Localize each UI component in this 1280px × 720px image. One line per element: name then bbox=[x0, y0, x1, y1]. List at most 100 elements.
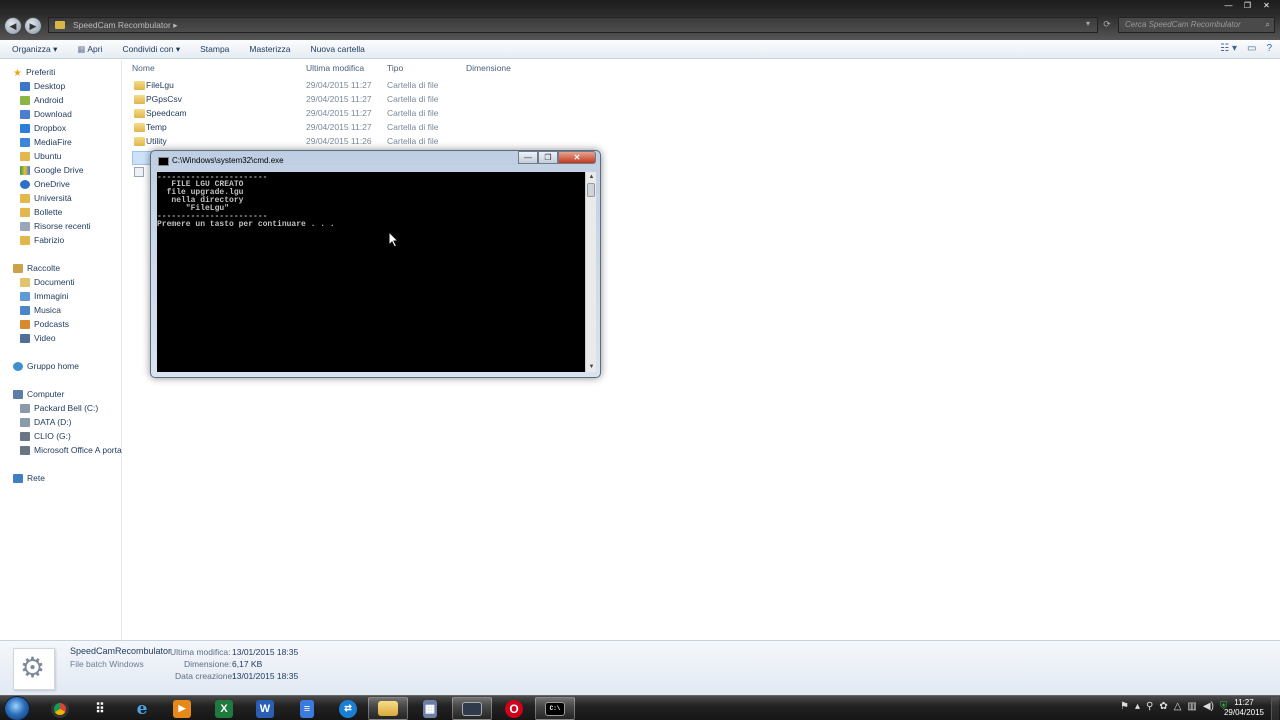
restore-button[interactable]: ❐ bbox=[1238, 0, 1257, 13]
back-button[interactable]: ◀ bbox=[4, 17, 22, 35]
taskbar-calculator[interactable]: ▦ bbox=[410, 697, 450, 720]
sidebar-homegroup[interactable]: Gruppo home bbox=[13, 359, 79, 373]
sidebar-item-immagini[interactable]: Immagini bbox=[20, 289, 68, 303]
preview-pane-icon[interactable]: ▭ bbox=[1247, 43, 1256, 54]
system-clock[interactable]: 11:27 29/04/2015 bbox=[1222, 698, 1266, 718]
start-button[interactable] bbox=[4, 696, 30, 720]
table-row[interactable]: FileLgu 29/04/2015 11:27 Cartella di fil… bbox=[124, 79, 524, 93]
column-header-modified[interactable]: Ultima modifica bbox=[306, 63, 364, 73]
forward-button[interactable]: ▶ bbox=[24, 17, 42, 35]
open-button[interactable]: ▦ Apri bbox=[77, 44, 102, 55]
volume-icon[interactable]: ◀) bbox=[1203, 701, 1214, 712]
taskbar-remote-desktop[interactable] bbox=[452, 697, 492, 720]
taskbar-opera[interactable]: O bbox=[494, 697, 534, 720]
folder-icon bbox=[134, 95, 145, 104]
console-output[interactable]: ----------------------- FILE LGU CREATO … bbox=[157, 172, 585, 372]
google-drive-tray-icon[interactable]: △ bbox=[1174, 701, 1182, 712]
sidebar-item-desktop[interactable]: Desktop bbox=[20, 79, 65, 93]
sidebar-item-label: Rete bbox=[27, 473, 45, 483]
address-dropdown-icon[interactable]: ▾ bbox=[1086, 19, 1090, 28]
console-scrollbar[interactable]: ▲ ▼ bbox=[585, 172, 596, 372]
sidebar-item-drive-c[interactable]: Packard Bell (C:) bbox=[20, 401, 98, 415]
breadcrumb-chevron-icon[interactable]: ▸ bbox=[173, 20, 177, 30]
taskbar-word[interactable]: W bbox=[245, 697, 285, 720]
sidebar-libraries[interactable]: Raccolte bbox=[13, 261, 60, 275]
sidebar-item-android[interactable]: Android bbox=[20, 93, 63, 107]
taskbar-chrome[interactable] bbox=[40, 697, 80, 720]
folder-icon bbox=[20, 151, 30, 161]
search-input[interactable]: Cerca SpeedCam Recombulator ⌕ bbox=[1118, 17, 1275, 33]
taskbar-explorer[interactable] bbox=[368, 697, 408, 720]
cmd-close-button[interactable]: ✕ bbox=[558, 151, 596, 164]
column-header-name[interactable]: Nome bbox=[132, 63, 155, 73]
details-pane: ⚙ SpeedCamRecombulator File batch Window… bbox=[0, 640, 1280, 695]
sidebar-item-google-drive[interactable]: Google Drive bbox=[20, 163, 84, 177]
table-row[interactable]: Utility 29/04/2015 11:26 Cartella di fil… bbox=[124, 135, 524, 149]
sidebar-item-podcasts[interactable]: Podcasts bbox=[20, 317, 69, 331]
column-header-type[interactable]: Tipo bbox=[387, 63, 403, 73]
sidebar-item-recent[interactable]: Risorse recenti bbox=[20, 219, 91, 233]
sidebar-item-label: Microsoft Office A porta bbox=[34, 445, 122, 455]
sidebar-item-office-portable[interactable]: Microsoft Office A porta bbox=[20, 443, 122, 457]
excel-icon: X bbox=[215, 699, 233, 718]
sidebar-item-label: Google Drive bbox=[34, 165, 84, 175]
sidebar-item-onedrive[interactable]: OneDrive bbox=[20, 177, 70, 191]
taskbar-ie[interactable]: e bbox=[122, 697, 162, 720]
sidebar-item-universita[interactable]: Università bbox=[20, 191, 72, 205]
view-options-icon[interactable]: ☷ ▾ bbox=[1220, 43, 1237, 54]
column-header-size[interactable]: Dimensione bbox=[466, 63, 511, 73]
sidebar-item-dropbox[interactable]: Dropbox bbox=[20, 121, 66, 135]
sidebar-item-musica[interactable]: Musica bbox=[20, 303, 61, 317]
sidebar-item-ubuntu[interactable]: Ubuntu bbox=[20, 149, 61, 163]
taskbar-apps[interactable]: ⠿ bbox=[80, 697, 120, 720]
clock-time: 11:27 bbox=[1234, 698, 1254, 707]
sidebar-computer[interactable]: Computer bbox=[13, 387, 64, 401]
table-row[interactable]: Speedcam 29/04/2015 11:27 Cartella di fi… bbox=[124, 107, 524, 121]
table-row[interactable]: PGpsCsv 29/04/2015 11:27 Cartella di fil… bbox=[124, 93, 524, 107]
network-tray-icon[interactable]: ▥ bbox=[1187, 701, 1196, 712]
sidebar-network[interactable]: Rete bbox=[13, 471, 45, 485]
print-button[interactable]: Stampa bbox=[200, 44, 229, 54]
refresh-icon[interactable]: ⟳ bbox=[1100, 17, 1114, 33]
sidebar-item-bollette[interactable]: Bollette bbox=[20, 205, 62, 219]
new-folder-button[interactable]: Nuova cartella bbox=[311, 44, 365, 54]
scroll-down-icon[interactable]: ▼ bbox=[586, 362, 597, 372]
taskbar-docs[interactable]: ≡ bbox=[287, 697, 327, 720]
sidebar-item-fabrizio[interactable]: Fabrizio bbox=[20, 233, 64, 247]
tray-app-icon[interactable]: ✿ bbox=[1159, 701, 1167, 712]
usb-icon[interactable]: ⚲ bbox=[1146, 701, 1153, 712]
search-icon[interactable]: ⌕ bbox=[1266, 18, 1270, 32]
help-icon[interactable]: ? bbox=[1266, 43, 1272, 54]
table-row[interactable] bbox=[132, 165, 152, 179]
remote-desktop-icon bbox=[462, 701, 482, 716]
sidebar-item-download[interactable]: Download bbox=[20, 107, 72, 121]
window-controls: — ❐ ✕ bbox=[1219, 0, 1276, 13]
cmd-maximize-button[interactable]: ❐ bbox=[538, 151, 558, 164]
sidebar-item-drive-g[interactable]: CLIO (G:) bbox=[20, 429, 71, 443]
cmd-minimize-button[interactable]: — bbox=[518, 151, 538, 164]
table-row[interactable]: Temp 29/04/2015 11:27 Cartella di file bbox=[124, 121, 524, 135]
details-modified-value: 13/01/2015 18:35 bbox=[232, 647, 299, 657]
burn-button[interactable]: Masterizza bbox=[249, 44, 290, 54]
action-center-flag-icon[interactable]: ⚑ bbox=[1120, 701, 1129, 712]
tray-chevron-icon[interactable]: ▴ bbox=[1135, 701, 1140, 712]
taskbar-teamviewer[interactable]: ⇄ bbox=[328, 697, 368, 720]
close-button[interactable]: ✕ bbox=[1257, 0, 1276, 13]
sidebar-item-drive-d[interactable]: DATA (D:) bbox=[20, 415, 71, 429]
cmd-window[interactable]: C:\Windows\system32\cmd.exe — ❐ ✕ ------… bbox=[150, 150, 601, 378]
scroll-thumb[interactable] bbox=[587, 183, 595, 197]
address-bar[interactable]: SpeedCam Recombulator ▸ bbox=[48, 17, 1098, 33]
sidebar-favorites[interactable]: ★ Preferiti bbox=[13, 65, 55, 79]
sidebar-item-video[interactable]: Video bbox=[20, 331, 56, 345]
organize-menu[interactable]: Organizza ▾ bbox=[12, 44, 57, 55]
sidebar-item-mediafire[interactable]: MediaFire bbox=[20, 135, 72, 149]
taskbar-excel[interactable]: X bbox=[204, 697, 244, 720]
taskbar-media[interactable]: ▶ bbox=[162, 697, 202, 720]
scroll-up-icon[interactable]: ▲ bbox=[586, 172, 597, 182]
minimize-button[interactable]: — bbox=[1219, 0, 1238, 13]
sidebar-item-documenti[interactable]: Documenti bbox=[20, 275, 75, 289]
show-desktop-button[interactable] bbox=[1271, 697, 1279, 720]
share-menu[interactable]: Condividi con ▾ bbox=[122, 44, 180, 55]
teamviewer-icon: ⇄ bbox=[339, 699, 357, 718]
taskbar-cmd[interactable]: C:\ bbox=[535, 697, 575, 720]
